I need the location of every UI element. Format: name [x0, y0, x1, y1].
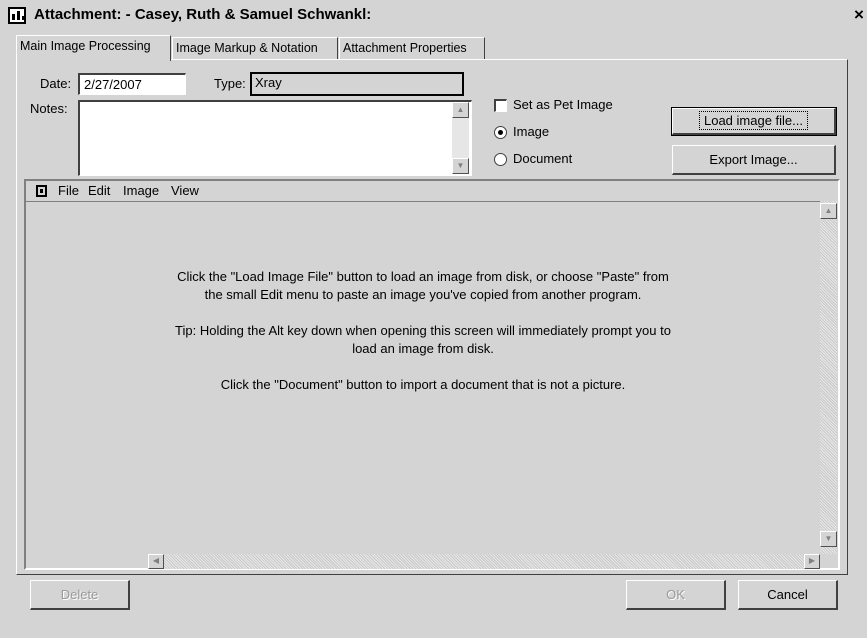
instruction-line-3: Tip: Holding the Alt key down when openi…	[175, 323, 671, 338]
image-scroll-up-icon[interactable]: ▲	[820, 203, 837, 219]
image-scroll-down-icon[interactable]: ▼	[820, 531, 837, 547]
load-image-button-label: Load image file...	[698, 111, 808, 130]
image-vertical-scrollbar[interactable]	[820, 201, 837, 554]
document-radio-label: Document	[513, 151, 573, 166]
instruction-line-1: Click the "Load Image File" button to lo…	[177, 269, 669, 284]
instruction-line-2: the small Edit menu to paste an image yo…	[204, 287, 642, 302]
set-pet-image-label: Set as Pet Image	[513, 97, 613, 112]
date-field[interactable]: 2/27/2007	[78, 73, 186, 95]
type-label: Type:	[214, 76, 246, 91]
image-scroll-left-icon[interactable]: ◀	[148, 554, 164, 569]
window-title: Attachment: - Casey, Ruth & Samuel Schwa…	[34, 6, 372, 23]
set-pet-image-checkbox[interactable]	[494, 99, 507, 112]
ok-button[interactable]: OK	[626, 580, 726, 610]
scroll-up-arrow-icon[interactable]: ▲	[452, 102, 469, 118]
export-image-button[interactable]: Export Image...	[672, 145, 836, 175]
tab-main-image-processing[interactable]: Main Image Processing	[16, 35, 171, 61]
delete-button[interactable]: Delete	[30, 580, 130, 610]
notes-textarea[interactable]	[78, 100, 472, 176]
load-image-button[interactable]: Load image file...	[671, 107, 837, 136]
scroll-down-arrow-icon[interactable]: ▼	[452, 158, 469, 174]
instruction-line-4: load an image from disk.	[352, 341, 494, 356]
image-attachment-icon	[8, 7, 26, 24]
instruction-line-5: Click the "Document" button to import a …	[220, 377, 626, 392]
cancel-button[interactable]: Cancel	[738, 580, 838, 610]
type-field[interactable]: Xray	[250, 72, 464, 96]
date-label: Date:	[40, 76, 72, 91]
tab-attachment-properties[interactable]: Attachment Properties	[339, 37, 485, 59]
document-radio[interactable]	[494, 153, 507, 166]
menu-view[interactable]: View	[171, 183, 199, 198]
image-radio-label: Image	[513, 124, 550, 139]
radio-selected-dot	[498, 130, 503, 135]
image-radio[interactable]	[494, 126, 507, 139]
image-scroll-right-icon[interactable]: ▶	[804, 554, 820, 569]
image-icon[interactable]	[36, 185, 47, 197]
tab-image-markup-notation[interactable]: Image Markup & Notation	[172, 37, 338, 59]
image-horizontal-scrollbar[interactable]	[148, 554, 820, 569]
notes-label: Notes:	[30, 101, 68, 116]
menu-image[interactable]: Image	[123, 183, 159, 198]
menu-edit[interactable]: Edit	[88, 183, 110, 198]
menu-file[interactable]: File	[58, 183, 79, 198]
close-button[interactable]: ×	[848, 5, 867, 25]
